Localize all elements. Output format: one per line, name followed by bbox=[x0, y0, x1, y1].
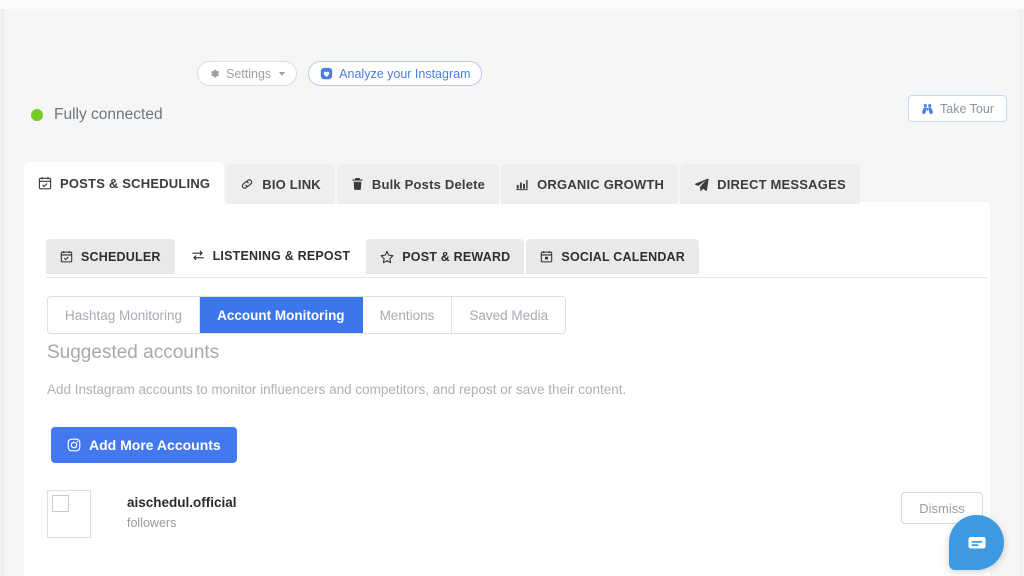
status-dot-icon bbox=[31, 109, 43, 121]
tab-label: SOCIAL CALENDAR bbox=[561, 249, 686, 264]
account-select-checkbox[interactable] bbox=[52, 495, 69, 512]
chat-launcher-button[interactable] bbox=[949, 515, 1004, 570]
tab-listening-and-repost[interactable]: LISTENING & REPOST bbox=[176, 237, 365, 274]
tab-label: LISTENING & REPOST bbox=[212, 248, 351, 263]
connection-status: Fully connected bbox=[31, 106, 163, 124]
app-viewport: Settings Analyze your Instagram Fully co… bbox=[0, 0, 1024, 576]
tab-label: ORGANIC GROWTH bbox=[537, 176, 665, 192]
tab-label: SCHEDULER bbox=[81, 249, 161, 264]
viewport-left-edge bbox=[0, 9, 4, 576]
chevron-down-icon bbox=[279, 71, 286, 76]
binoculars-icon bbox=[921, 103, 934, 115]
calendar-check-icon bbox=[60, 250, 73, 263]
take-tour-label: Take Tour bbox=[940, 101, 994, 116]
segment-hashtag-monitoring[interactable]: Hashtag Monitoring bbox=[48, 297, 201, 333]
tab-social-calendar[interactable]: SOCIAL CALENDAR bbox=[526, 239, 700, 274]
account-meta: aischedul.official followers bbox=[127, 490, 237, 533]
tab-direct-messages[interactable]: DIRECT MESSAGES bbox=[680, 164, 860, 204]
bar-chart-icon bbox=[515, 177, 529, 191]
secondary-tab-divider bbox=[46, 277, 988, 278]
tab-scheduler[interactable]: SCHEDULER bbox=[46, 239, 175, 274]
tab-label: Bulk Posts Delete bbox=[371, 176, 486, 192]
analyze-label: Analyze your Instagram bbox=[339, 66, 471, 81]
segment-account-monitoring[interactable]: Account Monitoring bbox=[200, 297, 363, 333]
settings-label: Settings bbox=[226, 66, 272, 81]
retweet-icon bbox=[191, 249, 205, 262]
account-username: aischedul.official bbox=[127, 495, 237, 510]
trash-icon bbox=[351, 177, 364, 191]
monitoring-mode-group: Hashtag Monitoring Account Monitoring Me… bbox=[47, 296, 567, 334]
topbar-pills: Settings Analyze your Instagram bbox=[197, 61, 483, 86]
suggested-account-row: aischedul.official followers bbox=[47, 490, 970, 538]
main-content-card: SCHEDULER LISTENING & REPOST POST & REWA… bbox=[24, 202, 990, 576]
tab-label: DIRECT MESSAGES bbox=[717, 176, 846, 192]
calendar-alt-icon bbox=[540, 250, 553, 263]
segment-saved-media[interactable]: Saved Media bbox=[452, 297, 566, 333]
settings-button[interactable]: Settings bbox=[197, 61, 298, 86]
instagram-icon bbox=[67, 438, 81, 452]
page-body: Settings Analyze your Instagram Fully co… bbox=[5, 9, 1020, 576]
section-description: Add Instagram accounts to monitor influe… bbox=[47, 382, 627, 397]
tab-label: BIO LINK bbox=[262, 176, 321, 192]
chat-bubble-icon bbox=[964, 530, 990, 556]
paper-plane-icon bbox=[694, 177, 709, 192]
tab-label: POSTS & SCHEDULING bbox=[60, 175, 211, 191]
tab-post-and-reward[interactable]: POST & REWARD bbox=[366, 239, 525, 274]
tab-organic-growth[interactable]: ORGANIC GROWTH bbox=[501, 164, 679, 204]
viewport-right-edge bbox=[1020, 9, 1024, 576]
star-icon bbox=[380, 250, 394, 264]
primary-tab-bar: POSTS & SCHEDULING BIO LINK Bulk Posts D… bbox=[24, 162, 860, 204]
instagram-heart-icon bbox=[320, 67, 333, 80]
add-more-accounts-label: Add More Accounts bbox=[89, 437, 221, 453]
status-label: Fully connected bbox=[54, 106, 163, 123]
add-more-accounts-button[interactable]: Add More Accounts bbox=[51, 427, 237, 463]
section-title: Suggested accounts bbox=[47, 342, 220, 363]
calendar-check-icon bbox=[38, 176, 52, 190]
account-followers: followers bbox=[127, 516, 177, 531]
tab-label: POST & REWARD bbox=[402, 249, 511, 264]
tab-bulk-posts-delete[interactable]: Bulk Posts Delete bbox=[336, 164, 500, 204]
take-tour-button[interactable]: Take Tour bbox=[908, 95, 1007, 122]
link-icon bbox=[240, 177, 254, 191]
analyze-instagram-button[interactable]: Analyze your Instagram bbox=[308, 61, 483, 86]
gear-icon bbox=[209, 68, 220, 79]
segment-mentions[interactable]: Mentions bbox=[362, 297, 453, 333]
tab-bio-link[interactable]: BIO LINK bbox=[226, 164, 335, 204]
tab-posts-and-scheduling[interactable]: POSTS & SCHEDULING bbox=[24, 162, 225, 204]
browser-top-strip bbox=[0, 0, 1024, 9]
avatar bbox=[47, 490, 91, 538]
secondary-tab-bar: SCHEDULER LISTENING & REPOST POST & REWA… bbox=[46, 237, 700, 274]
